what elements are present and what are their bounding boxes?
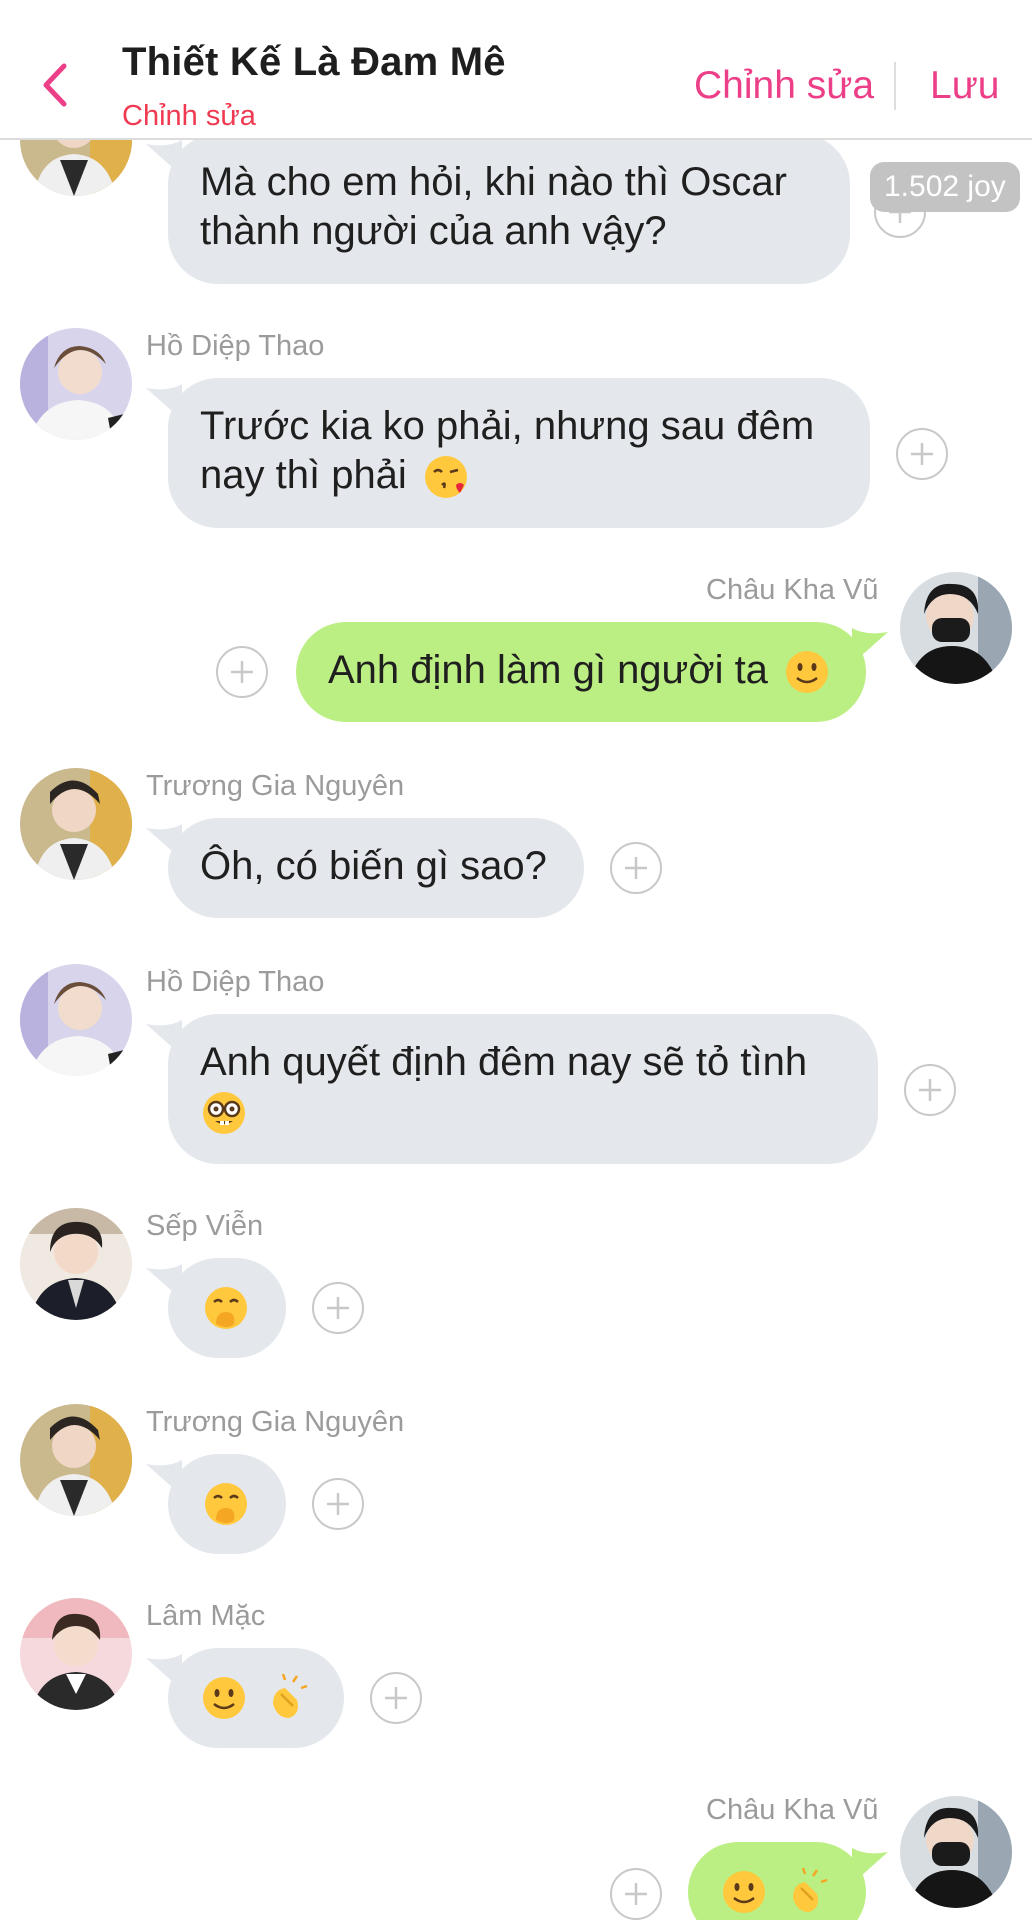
slightly-smiling-emoji-icon [723, 1871, 765, 1914]
avatar[interactable] [900, 572, 1012, 684]
message-bubble[interactable] [168, 1454, 286, 1554]
message-bubble[interactable]: Ôh, có biến gì sao? [168, 818, 584, 918]
chevron-left-icon [43, 63, 67, 107]
sender-name: Trương Gia Nguyên [146, 770, 405, 802]
save-button[interactable]: Lưu [930, 64, 1000, 108]
message-text: Anh định làm gì người ta [328, 648, 768, 692]
header-divider [894, 62, 896, 110]
message-bubble[interactable] [168, 1648, 344, 1748]
avatar[interactable] [20, 1208, 132, 1320]
slightly-smiling-emoji-icon [786, 651, 829, 694]
message-text: Anh quyết định đêm nay sẽ tỏ tình [200, 1040, 808, 1084]
sender-name: Trương Gia Nguyên [146, 1406, 405, 1438]
plus-icon [385, 1687, 407, 1709]
avatar[interactable] [20, 328, 132, 440]
sender-name: Hồ Diệp Thao [146, 966, 325, 998]
message-bubble[interactable]: Anh định làm gì người ta [296, 622, 866, 722]
message-bubble[interactable] [688, 1842, 866, 1920]
avatar[interactable] [20, 1598, 132, 1710]
plus-icon [919, 1079, 941, 1101]
add-reaction-button[interactable] [896, 428, 948, 480]
message-bubble[interactable] [168, 1258, 286, 1358]
plus-icon [327, 1493, 349, 1515]
chat-header: Thiết Kế Là Đam Mê Chỉnh sửa Chỉnh sửa L… [0, 0, 1032, 140]
add-reaction-button[interactable] [216, 646, 268, 698]
plus-icon [231, 661, 253, 683]
clapping-hands-emoji-icon [793, 1868, 828, 1913]
sender-name: Châu Kha Vũ [706, 1794, 879, 1826]
chat-subtitle: Chỉnh sửa [122, 100, 256, 132]
add-reaction-button[interactable] [610, 1868, 662, 1920]
add-reaction-button[interactable] [312, 1478, 364, 1530]
message-bubble[interactable]: Trước kia ko phải, nhưng sau đêm nay thì… [168, 378, 870, 528]
add-reaction-button[interactable] [904, 1064, 956, 1116]
sender-name: Sếp Viễn [146, 1210, 264, 1242]
nerd-face-emoji-icon [203, 1092, 245, 1135]
sender-name: Lâm Mặc [146, 1600, 266, 1632]
message-text: Trước kia ko phải, nhưng sau đêm nay thì… [200, 404, 815, 497]
add-reaction-button[interactable] [312, 1282, 364, 1334]
hand-over-mouth-emoji-icon [205, 1483, 247, 1526]
avatar[interactable] [900, 1796, 1012, 1908]
add-reaction-button[interactable] [610, 842, 662, 894]
avatar[interactable] [20, 964, 132, 1076]
plus-icon [911, 443, 933, 465]
message-bubble[interactable]: Anh quyết định đêm nay sẽ tỏ tình [168, 1014, 878, 1164]
message-text: Mà cho em hỏi, khi nào thì Oscar thành n… [200, 160, 787, 253]
edit-button[interactable]: Chỉnh sửa [694, 64, 874, 108]
hand-over-mouth-emoji-icon [205, 1287, 247, 1330]
plus-icon [625, 1883, 647, 1905]
plus-icon [327, 1297, 349, 1319]
message-text: Ôh, có biến gì sao? [200, 844, 547, 888]
avatar[interactable] [20, 1404, 132, 1516]
slightly-smiling-emoji-icon [203, 1677, 245, 1720]
add-reaction-button[interactable] [370, 1672, 422, 1724]
chat-title: Thiết Kế Là Đam Mê [122, 40, 506, 84]
plus-icon [625, 857, 647, 879]
clapping-hands-emoji-icon [273, 1674, 308, 1719]
sender-name: Châu Kha Vũ [706, 574, 879, 606]
sender-name: Hồ Diệp Thao [146, 330, 325, 362]
kissing-heart-emoji-icon [424, 456, 467, 499]
joy-badge: 1.502 joy [870, 162, 1020, 212]
message-bubble[interactable]: Mà cho em hỏi, khi nào thì Oscar thành n… [168, 134, 850, 284]
back-button[interactable] [30, 55, 80, 115]
avatar[interactable] [20, 768, 132, 880]
